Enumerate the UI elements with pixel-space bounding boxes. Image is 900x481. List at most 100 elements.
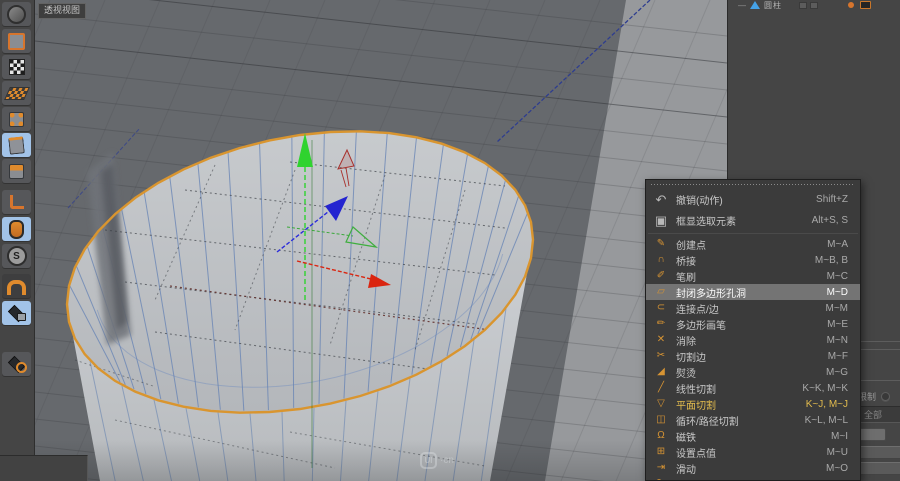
menu-item-shortcut: K~K, M~K [802,382,848,394]
menu-item-shortcut: M~I [831,430,848,442]
toolbar-axis-mode-icon[interactable] [2,190,31,214]
menu-item-label: 滑动 [676,464,696,476]
menu-item-undo[interactable]: ↶ 撤销(动作) Shift+Z [646,189,860,210]
viewport-view-label: 透视视图 [38,3,87,19]
menu-item-shortcut: M~B, B [814,254,848,266]
menu-separator [648,233,858,234]
panel-divider [856,349,900,350]
menu-item-polygon-pen[interactable]: ✏ 多边形画笔 M~E [646,316,860,332]
watermark: UI ·cn [420,452,454,469]
bridge-icon: ∩ [657,254,665,265]
menu-item-label: 线性切割 [676,384,716,396]
menu-item-label: 设置点值 [676,448,716,460]
magnet-icon: Ω [657,430,665,441]
timeline-corner-panel [0,455,88,481]
slide-icon: ⇥ [656,462,666,473]
viewport-canvas[interactable] [35,0,727,481]
menu-item-plane-cut[interactable]: ▽ 平面切割 K~J, M~J [646,396,860,412]
menu-item-close-polygon-hole[interactable]: ▱ 封闭多边形孔洞 M~D [646,284,860,300]
toolbar-globe-icon[interactable] [2,2,31,26]
toolbar-mouse-icon[interactable] [2,217,31,241]
limit-checkbox[interactable] [881,392,891,401]
connect-points-edges-icon: ⊂ [656,302,666,313]
menu-item-label: 消除 [676,336,696,348]
menu-item-magnet[interactable]: Ω 磁铁 M~I [646,428,860,444]
menu-item-shortcut: M~F [827,350,848,362]
menu-item-label: 框显选取元素 [676,217,736,228]
toolbar-points-mode-icon[interactable] [2,107,31,131]
menu-item-label: 多边形画笔 [676,320,726,332]
toolbar-texture-mode-icon[interactable] [2,55,31,79]
line-cut-icon: ╱ [657,382,665,393]
plane-cut-icon: ▽ [657,398,665,409]
modeling-context-menu: ↶ 撤销(动作) Shift+Z ▣ 框显选取元素 Alt+S, S ✎ 创建点 M~A ∩ 桥接 M… [645,179,861,481]
attribute-field[interactable] [856,462,900,475]
menu-tear-off-strip[interactable] [651,183,855,187]
menu-item-dissolve[interactable]: ✕ 消除 M~N [646,332,860,348]
menu-item-shortcut: K~L, M~L [804,414,848,426]
menu-item-set-point-value[interactable]: ⊞ 设置点值 M~U [646,444,860,460]
dissolve-icon: ✕ [656,334,666,345]
object-expand-dash[interactable]: — [738,1,746,10]
panel-divider [856,341,900,342]
object-name[interactable]: 圆柱 [764,0,782,11]
menu-item-shortcut: M~E [827,318,848,330]
brush-icon: ✐ [656,270,666,281]
menu-item-label: 切割边 [676,352,706,364]
menu-item-iron[interactable]: ◢ 熨烫 M~G [646,364,860,380]
limit-mode-value: 全部 [864,410,883,420]
menu-item-shortcut: M~D [826,286,848,298]
menu-item-shortcut: M~A [827,238,848,250]
menu-item-rotate-edge[interactable]: ↻旋转边M~V [646,476,860,481]
panel-divider [856,380,900,381]
create-point-icon: ✎ [656,238,666,249]
menu-item-shortcut: M~G [826,366,848,378]
menu-item-label: 熨烫 [676,368,696,380]
menu-item-line-cut[interactable]: ╱ 线性切割 K~K, M~K [646,380,860,396]
cut-edge-icon: ✂ [656,350,666,361]
toolbar-magnet-snap-icon[interactable] [2,274,31,298]
menu-item-slide[interactable]: ⇥ 滑动 M~O [646,460,860,476]
toolbar-edges-mode-icon[interactable] [2,133,31,157]
viewport-bottom-fade [35,440,727,481]
close-polygon-hole-icon: ▱ [657,286,665,297]
menu-item-label: 封闭多边形孔洞 [676,288,746,300]
menu-item-connect-points-edges[interactable]: ⊂ 连接点/边 M~M [646,300,860,316]
menu-item-shortcut: K~J, M~J [805,398,848,410]
menu-item-bridge[interactable]: ∩ 桥接 M~B, B [646,252,860,268]
menu-item-label: 桥接 [676,256,696,268]
menu-item-label: 撤销(动作) [676,196,723,207]
menu-item-create-point[interactable]: ✎ 创建点 M~A [646,236,860,252]
polygon-pen-icon: ✏ [656,318,666,329]
menu-item-loop-path-cut[interactable]: ◫ 循环/路径切割 K~L, M~L [646,412,860,428]
attribute-field[interactable] [856,446,900,459]
menu-item-label: 笔刷 [676,272,696,284]
menu-item-label: 平面切割 [676,400,716,412]
limit-mode-select[interactable]: 全部 [856,406,900,423]
menu-item-cut-edge[interactable]: ✂ 切割边 M~F [646,348,860,364]
toolbar-make-editable-icon[interactable] [2,29,31,53]
menu-item-shortcut: Alt+S, S [811,215,848,226]
object-manager-row[interactable]: — 圆柱 [728,0,900,10]
menu-item-shortcut: M~N [826,334,848,346]
layer-icons[interactable] [796,1,818,9]
viewport[interactable]: 透视视图 UI ·cn [35,0,727,481]
iron-icon: ◢ [657,366,665,377]
toolbar-s-badge-icon[interactable] [2,244,31,268]
menu-item-label: 旋转边 [676,477,827,481]
texture-tag-icon[interactable] [860,1,871,9]
menu-item-brush[interactable]: ✐ 笔刷 M~C [646,268,860,284]
toolbar-workplane-circle-icon[interactable] [2,352,31,376]
menu-item-frame-selected[interactable]: ▣ 框显选取元素 Alt+S, S [646,210,860,231]
left-tool-palette [0,0,35,481]
toolbar-workplane-lock-icon[interactable] [2,301,31,325]
watermark-suffix: ·cn [440,455,454,466]
menu-item-shortcut: M~U [826,446,848,458]
material-dot-icon[interactable] [848,2,854,8]
menu-item-label: 连接点/边 [676,304,719,316]
toolbar-polygons-mode-icon[interactable] [2,159,31,183]
watermark-logo-icon: UI [420,452,437,469]
menu-item-label: 磁铁 [676,432,696,444]
polygon-object-icon [750,1,760,9]
toolbar-workplane-grid-icon[interactable] [2,81,31,105]
